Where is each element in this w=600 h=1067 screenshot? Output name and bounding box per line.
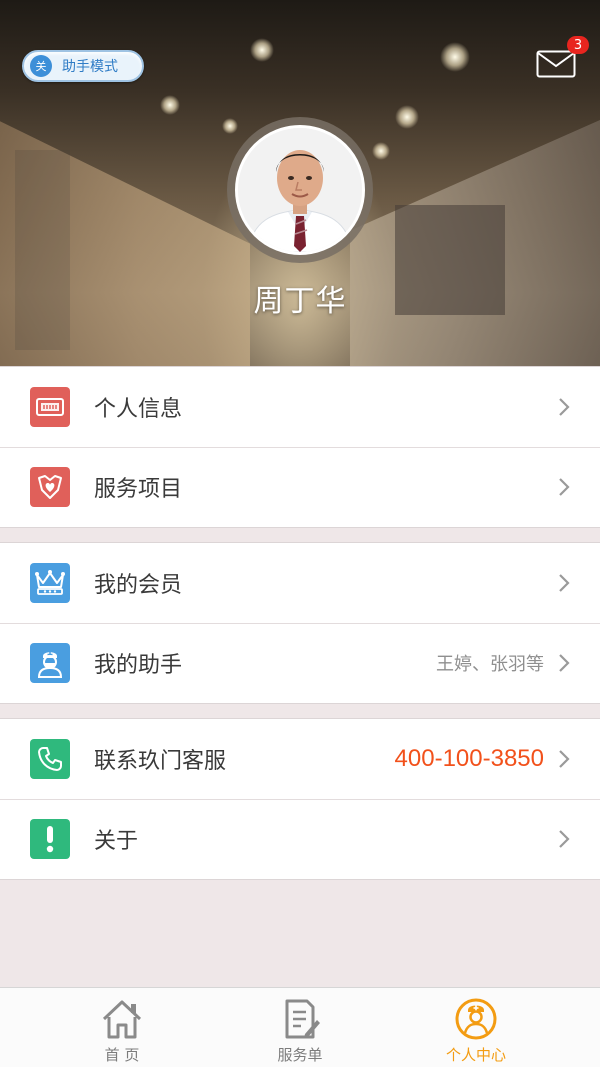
menu-item-about[interactable]: 关于 bbox=[0, 799, 600, 879]
menu-item-my-members[interactable]: 我的会员 bbox=[0, 543, 600, 623]
chevron-right-icon bbox=[559, 654, 570, 672]
bottom-tab-bar: 首 页 服务单 个人中心 bbox=[0, 987, 600, 1067]
mail-icon[interactable] bbox=[536, 50, 576, 78]
tab-home[interactable]: 首 页 bbox=[22, 988, 222, 1067]
service-phone-number[interactable]: 400-100-3850 bbox=[395, 745, 544, 773]
tab-label: 个人中心 bbox=[445, 1046, 506, 1064]
mail-badge: 3 bbox=[567, 36, 589, 54]
chevron-right-icon bbox=[559, 830, 570, 848]
assistants-summary: 王婷、张羽等 bbox=[436, 654, 544, 675]
ceiling-light bbox=[395, 105, 419, 129]
menu-item-label: 服务项目 bbox=[94, 477, 183, 502]
tab-service-orders[interactable]: 服务单 bbox=[200, 988, 400, 1067]
doctor-name: 周丁华 bbox=[253, 284, 347, 319]
avatar bbox=[235, 125, 365, 255]
ceiling-light bbox=[372, 142, 390, 160]
menu-item-label: 我的助手 bbox=[94, 653, 183, 678]
avatar-frame[interactable] bbox=[227, 117, 373, 263]
menu-group-profile: 个人信息 服务项目 bbox=[0, 366, 600, 528]
ceiling-light bbox=[250, 38, 274, 62]
heart-shield-icon bbox=[30, 467, 70, 507]
id-card-icon bbox=[30, 387, 70, 427]
menu-item-label: 个人信息 bbox=[94, 397, 183, 422]
ceiling-light bbox=[440, 42, 470, 72]
menu-group-support: 联系玖门客服 400-100-3850 关于 bbox=[0, 718, 600, 880]
tab-personal-center[interactable]: 个人中心 bbox=[376, 988, 576, 1067]
doctor-portrait bbox=[238, 128, 362, 252]
helper-mode-toggle[interactable]: 关 助手模式 bbox=[22, 50, 144, 82]
menu-item-service-items[interactable]: 服务项目 bbox=[0, 447, 600, 527]
ceiling-light bbox=[160, 95, 180, 115]
exclamation-icon bbox=[30, 819, 70, 859]
background-shelf bbox=[15, 150, 70, 350]
menu-item-personal-info[interactable]: 个人信息 bbox=[0, 367, 600, 447]
person-center-icon bbox=[455, 998, 497, 1040]
chevron-right-icon bbox=[559, 398, 570, 416]
document-edit-icon bbox=[285, 999, 320, 1039]
tab-label: 服务单 bbox=[277, 1046, 323, 1064]
toggle-label: 助手模式 bbox=[62, 59, 118, 75]
phone-icon bbox=[30, 739, 70, 779]
menu-item-label: 关于 bbox=[94, 829, 139, 854]
chevron-right-icon bbox=[559, 750, 570, 768]
menu-item-label: 我的会员 bbox=[94, 573, 183, 598]
profile-header: 关 助手模式 3 周丁华 bbox=[0, 0, 600, 366]
menu-item-label: 联系玖门客服 bbox=[94, 749, 227, 774]
menu-item-contact-service[interactable]: 联系玖门客服 400-100-3850 bbox=[0, 719, 600, 799]
toggle-state: 关 bbox=[30, 55, 52, 77]
ceiling-light bbox=[222, 118, 238, 134]
chevron-right-icon bbox=[559, 478, 570, 496]
chevron-right-icon bbox=[559, 574, 570, 592]
menu-group-members: 我的会员 我的助手 王婷、张羽等 bbox=[0, 542, 600, 704]
home-icon bbox=[102, 1000, 142, 1039]
menu-item-my-assistants[interactable]: 我的助手 王婷、张羽等 bbox=[0, 623, 600, 703]
tab-label: 首 页 bbox=[104, 1046, 140, 1064]
crown-icon bbox=[30, 563, 70, 603]
nurse-icon bbox=[30, 643, 70, 683]
